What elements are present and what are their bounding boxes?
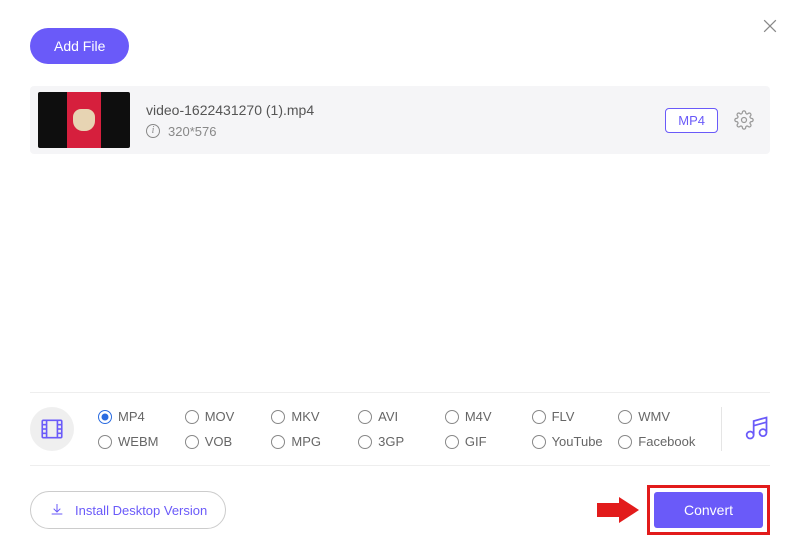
format-option-label: 3GP	[378, 434, 404, 449]
format-option-avi[interactable]: AVI	[358, 409, 441, 424]
format-option-facebook[interactable]: Facebook	[618, 434, 701, 449]
radio-icon	[618, 435, 632, 449]
radio-icon	[271, 410, 285, 424]
annotation-arrow-icon	[597, 497, 639, 523]
divider	[721, 407, 722, 451]
add-file-button[interactable]: Add File	[30, 28, 129, 64]
radio-icon	[185, 435, 199, 449]
music-icon[interactable]	[742, 414, 770, 445]
format-option-webm[interactable]: WEBM	[98, 434, 181, 449]
annotation-highlight: Convert	[647, 485, 770, 535]
format-bar: MP4 MOV MKV AVI M4V FLV WMV WEBM VOB MPG 3GP GIF You…	[30, 392, 770, 466]
radio-icon	[445, 435, 459, 449]
format-option-label: MPG	[291, 434, 321, 449]
radio-icon	[98, 435, 112, 449]
radio-icon	[358, 435, 372, 449]
video-thumbnail[interactable]	[38, 92, 130, 148]
convert-button[interactable]: Convert	[654, 492, 763, 528]
format-option-m4v[interactable]: M4V	[445, 409, 528, 424]
format-option-label: Facebook	[638, 434, 695, 449]
radio-icon	[98, 410, 112, 424]
format-option-label: GIF	[465, 434, 487, 449]
file-name: video-1622431270 (1).mp4	[146, 102, 649, 118]
format-option-3gp[interactable]: 3GP	[358, 434, 441, 449]
format-option-label: MKV	[291, 409, 319, 424]
file-meta: video-1622431270 (1).mp4 i 320*576	[146, 102, 649, 139]
format-option-wmv[interactable]: WMV	[618, 409, 701, 424]
format-option-label: WMV	[638, 409, 670, 424]
format-option-label: M4V	[465, 409, 492, 424]
format-option-label: YouTube	[552, 434, 603, 449]
radio-icon	[358, 410, 372, 424]
radio-icon	[445, 410, 459, 424]
format-option-mov[interactable]: MOV	[185, 409, 268, 424]
format-option-label: MP4	[118, 409, 145, 424]
format-option-label: MOV	[205, 409, 235, 424]
format-option-label: AVI	[378, 409, 398, 424]
format-option-flv[interactable]: FLV	[532, 409, 615, 424]
file-dimensions: i 320*576	[146, 124, 649, 139]
format-option-label: FLV	[552, 409, 575, 424]
format-option-label: WEBM	[118, 434, 158, 449]
format-option-label: VOB	[205, 434, 232, 449]
radio-icon	[185, 410, 199, 424]
bottom-bar: Install Desktop Version Convert	[30, 485, 770, 535]
gear-icon[interactable]	[734, 110, 754, 130]
convert-wrap: Convert	[597, 485, 770, 535]
format-option-vob[interactable]: VOB	[185, 434, 268, 449]
format-grid: MP4 MOV MKV AVI M4V FLV WMV WEBM VOB MPG 3GP GIF You…	[98, 409, 701, 449]
install-desktop-button[interactable]: Install Desktop Version	[30, 491, 226, 529]
radio-icon	[532, 435, 546, 449]
format-option-youtube[interactable]: YouTube	[532, 434, 615, 449]
format-option-mkv[interactable]: MKV	[271, 409, 354, 424]
radio-icon	[271, 435, 285, 449]
radio-icon	[532, 410, 546, 424]
close-icon[interactable]	[760, 16, 780, 39]
file-dimensions-text: 320*576	[168, 124, 216, 139]
output-format-badge[interactable]: MP4	[665, 108, 718, 133]
format-option-mpg[interactable]: MPG	[271, 434, 354, 449]
install-desktop-label: Install Desktop Version	[75, 503, 207, 518]
info-icon: i	[146, 124, 160, 138]
radio-icon	[618, 410, 632, 424]
format-option-gif[interactable]: GIF	[445, 434, 528, 449]
download-icon	[49, 502, 65, 518]
format-option-mp4[interactable]: MP4	[98, 409, 181, 424]
video-formats-icon[interactable]	[30, 407, 74, 451]
file-item: video-1622431270 (1).mp4 i 320*576 MP4	[30, 86, 770, 154]
